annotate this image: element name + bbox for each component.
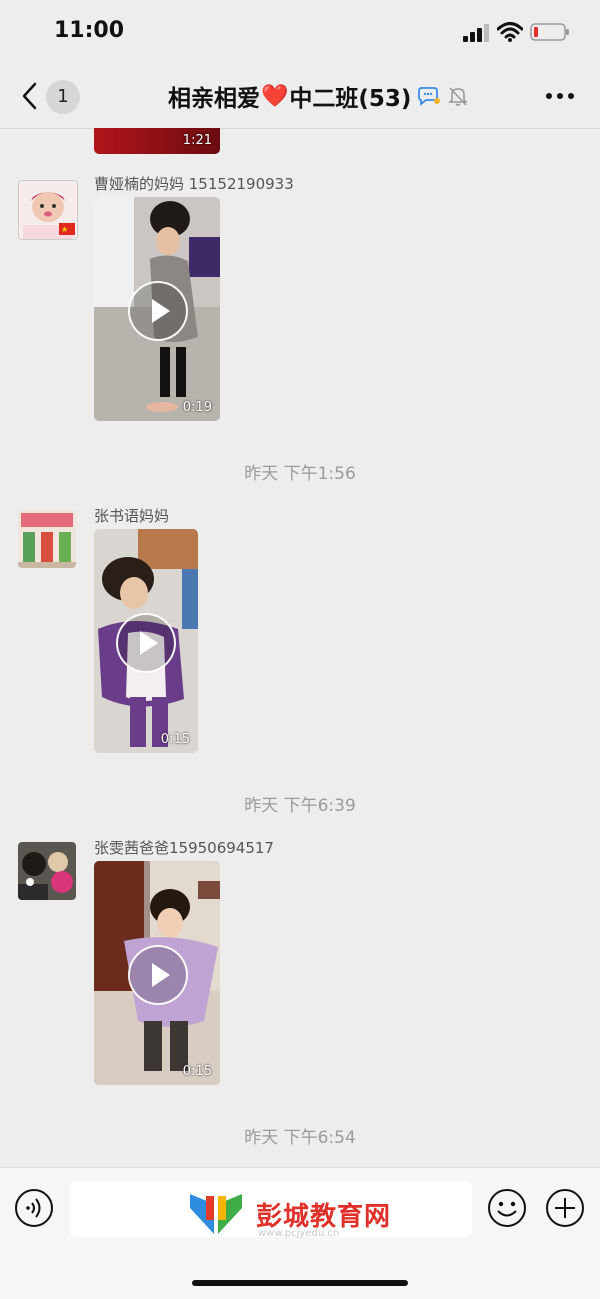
watermark: 彭城教育网 www.pcjyedu.cn: [186, 1190, 426, 1242]
sender-name: 张雯茜爸爸15950694517: [94, 839, 274, 857]
avatar[interactable]: ★: [18, 180, 78, 240]
plus-icon[interactable]: [545, 1188, 585, 1228]
status-time: 11:00: [54, 18, 125, 43]
video-duration: 0:15: [182, 1064, 212, 1079]
status-bar: 11:00: [0, 0, 600, 64]
avatar-photo: ★: [19, 181, 77, 239]
play-icon[interactable]: [128, 945, 188, 1005]
avatar[interactable]: [18, 510, 76, 568]
avatar-photo: [18, 842, 76, 900]
sender-name: 张书语妈妈: [94, 507, 170, 525]
book-logo-icon: [190, 1194, 242, 1234]
sender-name: 曹娅楠的妈妈 15152190933: [94, 175, 294, 193]
avatar[interactable]: [18, 842, 76, 900]
wifi-icon: [497, 22, 523, 42]
chat-title-left: 相亲相爱: [168, 86, 260, 112]
timestamp: 昨天 下午6:54: [244, 1128, 356, 1148]
video-message[interactable]: 0:19: [94, 197, 220, 421]
cellular-signal-icon: [463, 24, 489, 42]
battery-low-icon: [530, 23, 569, 41]
unread-count-badge[interactable]: 1: [46, 80, 80, 114]
heart-emoji: ❤️: [261, 83, 289, 109]
back-chevron-icon[interactable]: [18, 80, 40, 112]
watermark-subtext: www.pcjyedu.cn: [258, 1228, 340, 1239]
voice-input-icon[interactable]: [14, 1188, 54, 1228]
video-duration: 1:21: [182, 133, 212, 148]
video-message[interactable]: 0:15: [94, 861, 220, 1085]
video-message-partial[interactable]: 1:21: [94, 128, 220, 154]
video-duration: 0:15: [160, 732, 190, 747]
timestamp: 昨天 下午6:39: [244, 796, 356, 816]
mute-bell-icon: [448, 87, 469, 106]
svg-text:★: ★: [61, 225, 68, 234]
home-indicator[interactable]: [192, 1280, 408, 1286]
video-duration: 0:19: [182, 400, 212, 415]
chat-title: 相亲相爱 ❤️ 中二班(53): [168, 78, 469, 114]
avatar-photo: [18, 510, 76, 568]
group-chat-icon: [418, 87, 441, 106]
timestamp: 昨天 下午1:56: [244, 464, 356, 484]
chat-title-right: 中二班(53): [289, 86, 412, 112]
play-icon[interactable]: [128, 281, 188, 341]
video-message[interactable]: 0:15: [94, 529, 198, 753]
emoji-icon[interactable]: [487, 1188, 527, 1228]
play-icon[interactable]: [116, 613, 176, 673]
more-options-icon[interactable]: [545, 92, 575, 100]
chat-header: 1 相亲相爱 ❤️ 中二班(53): [0, 64, 600, 129]
